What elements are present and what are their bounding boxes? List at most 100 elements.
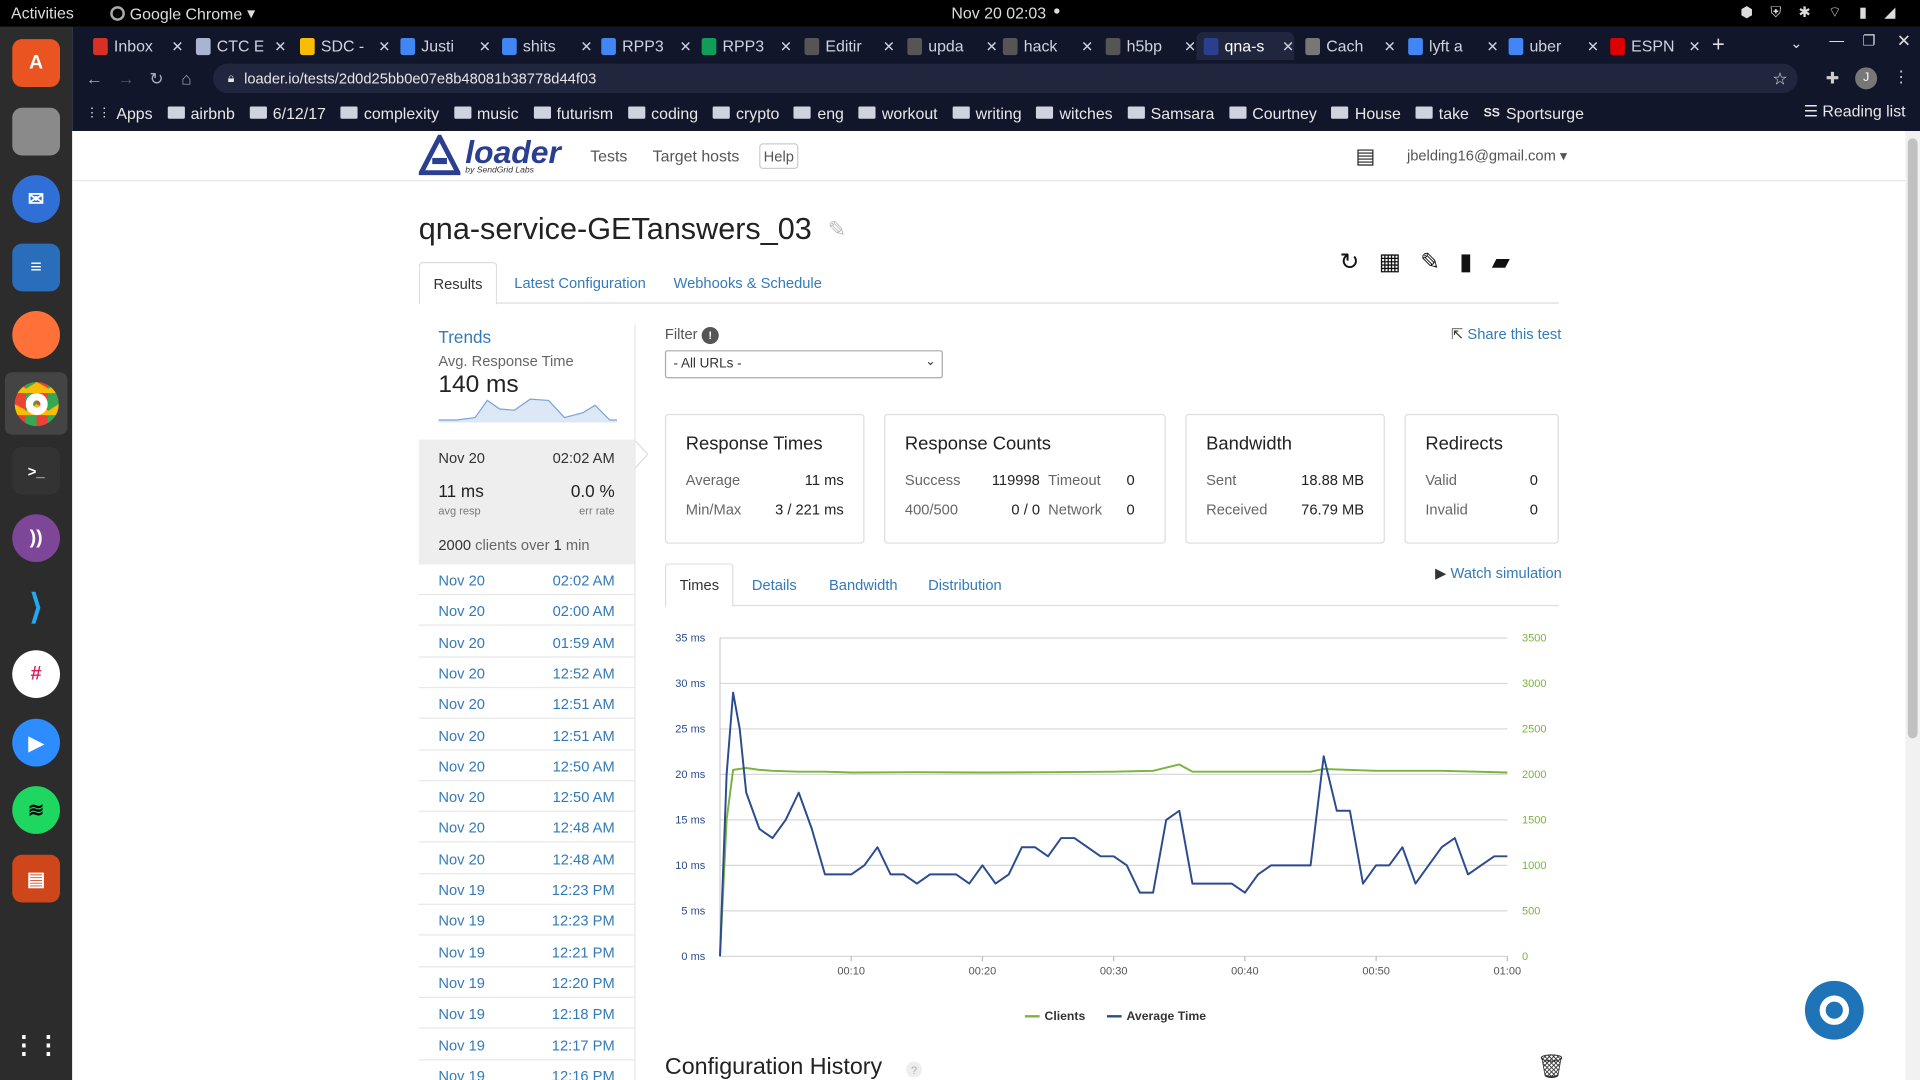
tab-close-icon[interactable]: ✕: [580, 37, 592, 54]
bookmark-folder[interactable]: writing: [952, 99, 1022, 126]
bookmark-folder[interactable]: House: [1331, 99, 1401, 126]
tab-close-icon[interactable]: ✕: [1282, 37, 1294, 54]
zoom-icon[interactable]: ▶: [12, 718, 61, 767]
bookmark-folder[interactable]: Courtney: [1229, 99, 1317, 126]
edit-title-icon[interactable]: ✎: [828, 217, 846, 243]
browser-tab[interactable]: lyft a ✕: [1401, 32, 1499, 60]
thunderbird-icon[interactable]: ✉: [12, 175, 61, 223]
tab-close-icon[interactable]: ✕: [274, 37, 286, 54]
tab-close-icon[interactable]: ✕: [1184, 37, 1196, 54]
tab-details[interactable]: Details: [738, 563, 810, 606]
browser-tab[interactable]: CTC E ✕: [189, 32, 287, 60]
browser-tab[interactable]: SDC - ✕: [293, 32, 391, 60]
bookmark-folder[interactable]: complexity: [340, 99, 439, 126]
bookmark-folder[interactable]: eng: [794, 99, 844, 126]
tab-close-icon[interactable]: ✕: [1081, 37, 1093, 54]
run-list-item[interactable]: Nov 19 12:23 PM: [418, 874, 635, 905]
run-list-item[interactable]: Nov 20 12:50 AM: [418, 750, 635, 781]
browser-tab[interactable]: Cach ✕: [1298, 32, 1396, 60]
bookmark-folder[interactable]: take: [1415, 99, 1469, 126]
run-list-item[interactable]: Nov 19 12:16 PM: [419, 1060, 635, 1080]
run-list-item[interactable]: Nov 19 12:23 PM: [418, 905, 635, 936]
tab-close-icon[interactable]: ✕: [171, 37, 183, 54]
loader-logo[interactable]: loader by SendGrid Labs: [418, 134, 561, 177]
browser-tab[interactable]: RPP3 ✕: [594, 32, 692, 60]
maximize-icon[interactable]: ❐: [1862, 32, 1875, 49]
bookmark-folder[interactable]: Samsara: [1127, 99, 1214, 126]
run-list-item[interactable]: Nov 20 02:02 AM: [418, 564, 635, 596]
browser-tab[interactable]: uber ✕: [1501, 32, 1599, 60]
run-list-item[interactable]: Nov 20 02:00 AM: [418, 595, 635, 627]
tab-latest-configuration[interactable]: Latest Configuration: [501, 262, 659, 304]
tab-close-icon[interactable]: ✕: [479, 37, 491, 54]
tab-results[interactable]: Results: [418, 262, 498, 305]
browser-tab[interactable]: hack ✕: [996, 32, 1093, 60]
files-icon[interactable]: [12, 107, 61, 156]
terminal-icon[interactable]: >_: [12, 446, 61, 495]
spotify-icon[interactable]: ≋: [12, 786, 61, 834]
browser-tab[interactable]: RPP3 ✕: [694, 32, 792, 60]
chrome-dock-icon[interactable]: [4, 372, 68, 435]
bookmark-folder[interactable]: witches: [1036, 99, 1113, 126]
home-icon[interactable]: ⌂: [181, 69, 191, 89]
bookmark-folder[interactable]: music: [453, 99, 519, 126]
browser-tab[interactable]: ESPN ✕: [1603, 32, 1701, 60]
tab-times[interactable]: Times: [664, 563, 734, 608]
run-list-item[interactable]: Nov 20 12:52 AM: [418, 657, 635, 689]
help-lifebuoy-button[interactable]: [1804, 980, 1864, 1040]
browser-tab[interactable]: upda ✕: [900, 32, 998, 60]
nav-target-hosts[interactable]: Target hosts: [653, 147, 740, 165]
browser-tab[interactable]: Editir ✕: [797, 32, 895, 60]
tab-search-icon[interactable]: ⌄: [1790, 34, 1802, 51]
profile-avatar[interactable]: J: [1855, 67, 1878, 90]
bookmark-folder[interactable]: airbnb: [167, 99, 235, 126]
impress-icon[interactable]: ▤: [12, 854, 61, 903]
battery-icon[interactable]: ▮: [1859, 4, 1867, 22]
libreoffice-writer-icon[interactable]: ≡: [12, 243, 61, 292]
run-list-item[interactable]: Nov 19 12:18 PM: [418, 998, 635, 1029]
browser-tab[interactable]: Inbox ✕: [86, 32, 184, 60]
tab-close-icon[interactable]: ✕: [378, 37, 390, 54]
bookmark-apps[interactable]: ⋮⋮ Apps: [86, 99, 153, 126]
run-list-item[interactable]: Nov 20 01:59 AM: [418, 626, 635, 658]
user-menu[interactable]: jbelding16@gmail.com ▾: [1407, 147, 1567, 164]
chat-icon[interactable]: ▤: [1356, 144, 1376, 168]
browser-tab[interactable]: shits ✕: [495, 32, 593, 60]
show-apps-icon[interactable]: ⋮⋮: [12, 1021, 61, 1069]
watch-simulation-link[interactable]: ▶ Watch simulation: [1435, 564, 1562, 581]
clock[interactable]: Nov 20 02:03: [951, 4, 1046, 22]
close-window-icon[interactable]: ✕: [1897, 31, 1911, 52]
back-icon[interactable]: ←: [86, 69, 103, 89]
tab-bandwidth[interactable]: Bandwidth: [816, 563, 912, 606]
volume-icon[interactable]: ◢: [1884, 4, 1895, 22]
bookmark-folder[interactable]: crypto: [712, 99, 779, 126]
reading-list[interactable]: ☰ Reading list: [1804, 102, 1906, 122]
minimize-icon[interactable]: —: [1829, 32, 1844, 49]
tab-close-icon[interactable]: ✕: [1486, 37, 1498, 54]
tab-close-icon[interactable]: ✕: [883, 37, 895, 54]
nav-tests[interactable]: Tests: [590, 147, 627, 165]
app-menu[interactable]: Google Chrome ▾: [110, 4, 255, 24]
ubuntu-software-icon[interactable]: A: [12, 39, 61, 87]
vscode-icon[interactable]: ⟩: [12, 583, 60, 631]
firefox-icon[interactable]: [12, 311, 61, 359]
run-list-item[interactable]: Nov 20 12:48 AM: [418, 843, 635, 874]
extensions-icon[interactable]: ✚: [1826, 69, 1839, 89]
url-filter-select[interactable]: - All URLs - ⌄: [664, 350, 943, 379]
bookmark-folder[interactable]: coding: [627, 99, 698, 126]
activities-button[interactable]: Activities: [11, 4, 74, 22]
chrome-menu-icon[interactable]: ⋮: [1893, 67, 1909, 87]
tab-close-icon[interactable]: ✕: [1384, 37, 1396, 54]
run-list-item[interactable]: Nov 19 12:17 PM: [418, 1029, 635, 1060]
reload-icon[interactable]: ↻: [149, 69, 163, 90]
trends-title[interactable]: Trends: [438, 327, 491, 347]
run-list-item[interactable]: Nov 20 12:51 AM: [418, 719, 635, 751]
bookmark-star-icon[interactable]: ☆: [1772, 68, 1787, 89]
help-icon[interactable]: ?: [906, 1061, 923, 1078]
shield-icon[interactable]: ⛨: [1770, 4, 1781, 22]
wifi-icon[interactable]: ⌔: [1828, 4, 1842, 22]
tab-close-icon[interactable]: ✕: [780, 37, 792, 54]
browser-tab[interactable]: h5bp ✕: [1098, 32, 1196, 60]
run-list-item[interactable]: Nov 20 12:51 AM: [418, 688, 635, 720]
bookmark-folder[interactable]: workout: [858, 99, 938, 126]
